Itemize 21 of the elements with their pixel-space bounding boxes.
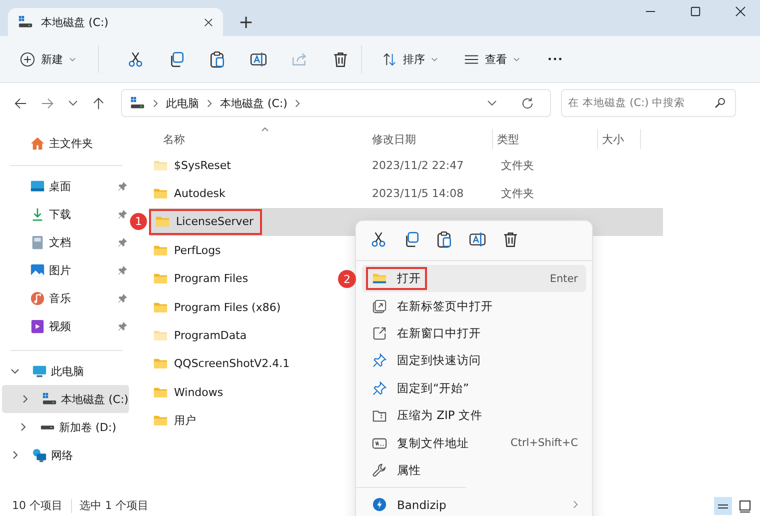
file-name: 用户	[174, 413, 196, 428]
date-cell-text: 2023/11/2 22:47	[371, 158, 465, 172]
shortcut-text: Enter	[550, 272, 578, 285]
type-cell-text: 文件夹	[500, 186, 535, 202]
file-name: Program Files	[174, 272, 248, 286]
type-cell-text: 文件夹	[500, 158, 535, 173]
step-badge: 2	[338, 270, 356, 288]
file-name: Program Files (x86)	[174, 300, 281, 314]
step-badge: 1	[130, 212, 147, 230]
tab-title: 本地磁盘 (C:)	[41, 14, 110, 30]
file-name: ProgramData	[174, 329, 247, 342]
file-name: PerfLogs	[174, 244, 221, 257]
shortcut-text: Ctrl+Shift+C	[510, 437, 578, 450]
item-count: 10 个项目	[12, 498, 62, 513]
selection-count: 选中 1 个项目	[80, 498, 148, 513]
file-name: QQScreenShotV2.4.1	[174, 357, 290, 370]
file-name: Autodesk	[174, 187, 226, 200]
file-name: LicenseServer	[176, 215, 254, 228]
file-name: $SysReset	[174, 158, 231, 172]
date-cell-text: 2023/11/5 14:08	[371, 187, 465, 200]
file-name: Windows	[174, 386, 224, 399]
